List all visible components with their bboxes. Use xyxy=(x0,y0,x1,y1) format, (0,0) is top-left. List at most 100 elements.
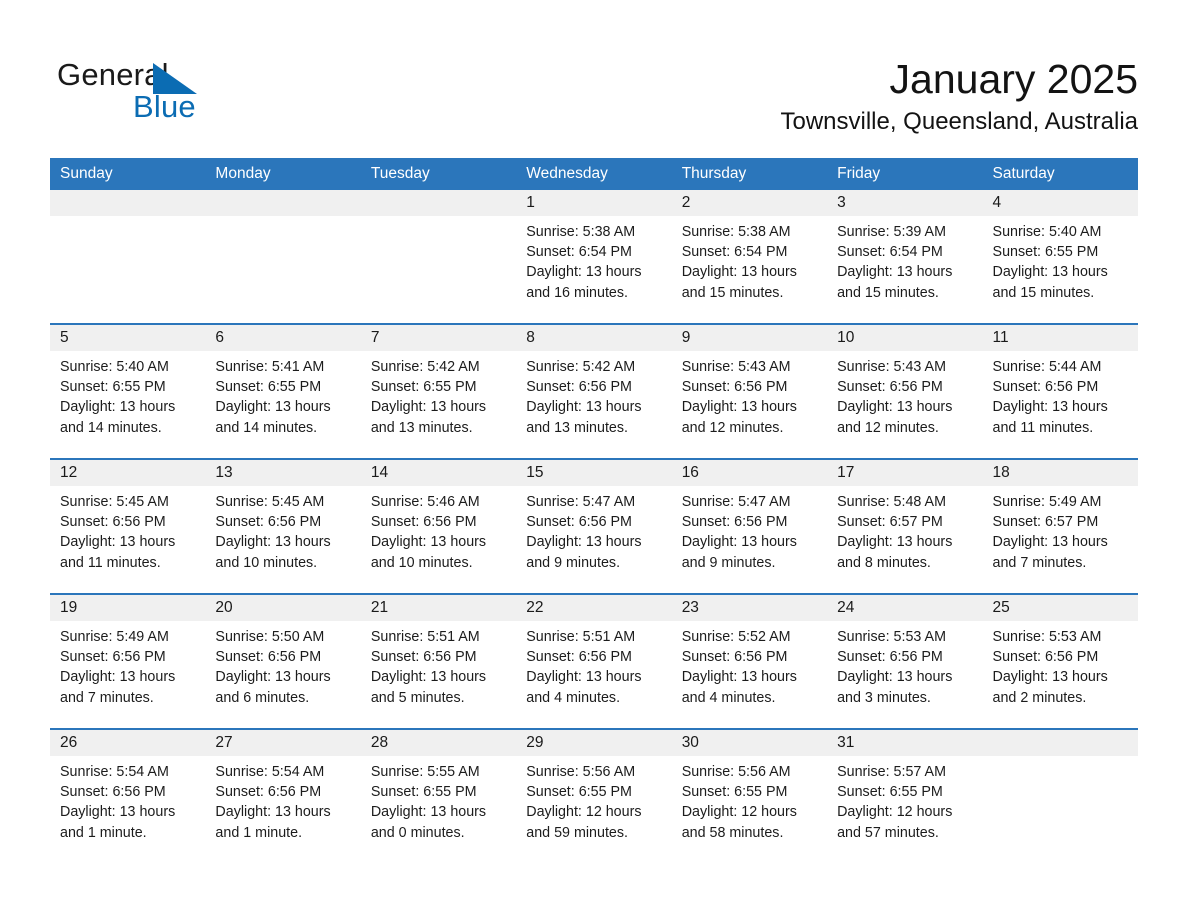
detail-daylight-2-text: and 11 minutes. xyxy=(992,419,1094,436)
calendar-week-row: 1 Sunrise: 5:38 AM Sunset: 6:54 PM Daylight… xyxy=(50,190,1138,324)
calendar-day-cell[interactable]: 26 Sunrise: 5:54 AM Sunset: 6:56 PM Dayligh… xyxy=(50,728,206,863)
detail-daylight-2-text: and 9 minutes. xyxy=(681,554,776,571)
detail-sunrise-text: Sunrise: 5:42 AM xyxy=(526,359,636,375)
calendar-day-cell[interactable]: 6 Sunrise: 5:41 AM Sunset: 6:55 PM Daylight… xyxy=(205,323,361,459)
day-number: 27 xyxy=(205,730,361,756)
calendar-day-cell[interactable]: 15 Sunrise: 5:47 AM Sunset: 6:56 PM Dayligh… xyxy=(516,458,672,594)
general-blue-logo[interactable]: General Blue xyxy=(57,55,257,133)
detail-daylight-2-text: and 7 minutes. xyxy=(60,689,154,706)
day-details: Sunrise: 5:53 AM Sunset: 6:56 PM Daylight:… xyxy=(983,621,1138,708)
calendar-day-cell[interactable]: 1 Sunrise: 5:38 AM Sunset: 6:54 PM Daylight… xyxy=(516,190,672,324)
detail-sunrise-text: Sunrise: 5:48 AM xyxy=(837,494,946,510)
calendar-day-cell[interactable]: 30 Sunrise: 5:56 AM Sunset: 6:55 PM Dayligh… xyxy=(671,728,828,863)
detail-sunrise-text: Sunrise: 5:54 AM xyxy=(60,764,169,780)
detail-daylight-2-text: and 1 minute. xyxy=(215,824,303,841)
calendar-day-cell[interactable]: 16 Sunrise: 5:47 AM Sunset: 6:56 PM Dayligh… xyxy=(671,458,828,594)
calendar-day-cell[interactable]: 28 Sunrise: 5:55 AM Sunset: 6:55 PM Dayligh… xyxy=(360,728,517,863)
day-details: Sunrise: 5:40 AM Sunset: 6:55 PM Daylight:… xyxy=(983,216,1138,303)
day-details: Sunrise: 5:52 AM Sunset: 6:56 PM Daylight:… xyxy=(672,621,827,708)
calendar-week-row: 12 Sunrise: 5:45 AM Sunset: 6:56 PM Dayligh… xyxy=(50,458,1138,594)
day-number: 20 xyxy=(205,595,361,621)
day-details: Sunrise: 5:45 AM Sunset: 6:56 PM Daylight:… xyxy=(205,486,360,573)
detail-daylight-2-text: and 13 minutes. xyxy=(526,419,628,436)
day-details: Sunrise: 5:54 AM Sunset: 6:56 PM Daylight:… xyxy=(205,756,360,843)
detail-sunrise-text: Sunrise: 5:53 AM xyxy=(837,629,946,645)
calendar-header-row: Sunday Monday Tuesday Wednesday Thursday… xyxy=(50,158,1138,190)
calendar-day-cell[interactable]: 19 Sunrise: 5:49 AM Sunset: 6:56 PM Dayligh… xyxy=(50,593,206,729)
day-number: 25 xyxy=(982,595,1138,621)
calendar-day-cell[interactable]: 4 Sunrise: 5:40 AM Sunset: 6:55 PM Daylight… xyxy=(982,190,1138,324)
detail-daylight-2-text: and 15 minutes. xyxy=(992,284,1095,301)
detail-sunset-text: Sunset: 6:56 PM xyxy=(215,649,322,666)
calendar-day-cell-empty xyxy=(205,190,361,324)
page-header: General Blue January 2025 Townsville, Qu… xyxy=(50,44,1138,148)
day-number xyxy=(205,190,361,216)
day-number: 3 xyxy=(827,190,983,216)
detail-sunrise-text: Sunrise: 5:39 AM xyxy=(837,224,946,240)
detail-daylight-2-text: and 5 minutes. xyxy=(370,689,465,706)
day-details: Sunrise: 5:38 AM Sunset: 6:54 PM Daylight:… xyxy=(516,216,671,303)
day-number: 22 xyxy=(516,595,672,621)
detail-sunset-text: Sunset: 6:54 PM xyxy=(526,244,632,261)
calendar-day-cell[interactable]: 5 Sunrise: 5:40 AM Sunset: 6:55 PM Daylight… xyxy=(50,323,206,459)
calendar-day-cell[interactable]: 14 Sunrise: 5:46 AM Sunset: 6:56 PM Dayligh… xyxy=(360,458,517,594)
detail-daylight-1-text: Daylight: 13 hours xyxy=(370,804,487,821)
calendar-day-cell[interactable]: 3 Sunrise: 5:39 AM Sunset: 6:54 PM Daylight… xyxy=(827,190,983,324)
detail-daylight-1-text: Daylight: 12 hours xyxy=(837,804,953,821)
calendar-day-cell[interactable]: 17 Sunrise: 5:48 AM Sunset: 6:57 PM Dayligh… xyxy=(827,458,983,594)
detail-sunset-text: Sunset: 6:57 PM xyxy=(992,514,1099,531)
day-number: 2 xyxy=(671,190,828,216)
day-number: 1 xyxy=(516,190,672,216)
detail-sunrise-text: Sunrise: 5:40 AM xyxy=(60,359,169,375)
calendar-day-cell[interactable]: 29 Sunrise: 5:56 AM Sunset: 6:55 PM Dayligh… xyxy=(516,728,672,863)
day-details: Sunrise: 5:42 AM Sunset: 6:55 PM Daylight:… xyxy=(361,351,516,438)
calendar-day-cell[interactable]: 9 Sunrise: 5:43 AM Sunset: 6:56 PM Daylight… xyxy=(671,323,828,459)
detail-sunset-text: Sunset: 6:56 PM xyxy=(992,649,1099,666)
day-number: 16 xyxy=(671,460,828,486)
detail-daylight-2-text: and 4 minutes. xyxy=(526,689,621,706)
calendar-day-cell[interactable]: 24 Sunrise: 5:53 AM Sunset: 6:56 PM Dayligh… xyxy=(827,593,983,729)
calendar-day-cell[interactable]: 8 Sunrise: 5:42 AM Sunset: 6:56 PM Daylight… xyxy=(516,323,672,459)
detail-sunset-text: Sunset: 6:56 PM xyxy=(60,784,166,801)
detail-daylight-2-text: and 57 minutes. xyxy=(837,824,939,841)
detail-sunrise-text: Sunrise: 5:42 AM xyxy=(370,359,480,375)
detail-daylight-1-text: Daylight: 13 hours xyxy=(992,264,1108,281)
calendar-day-cell[interactable]: 11 Sunrise: 5:44 AM Sunset: 6:56 PM Dayligh… xyxy=(982,323,1138,459)
calendar-day-cell[interactable]: 22 Sunrise: 5:51 AM Sunset: 6:56 PM Dayligh… xyxy=(516,593,672,729)
calendar-day-cell[interactable]: 7 Sunrise: 5:42 AM Sunset: 6:55 PM Daylight… xyxy=(360,323,517,459)
calendar-day-cell[interactable]: 31 Sunrise: 5:57 AM Sunset: 6:55 PM Dayligh… xyxy=(827,728,983,863)
day-number: 30 xyxy=(671,730,828,756)
weekday-header-wednesday: Wednesday xyxy=(516,158,672,190)
day-details: Sunrise: 5:40 AM Sunset: 6:55 PM Daylight:… xyxy=(50,351,205,438)
day-number: 31 xyxy=(827,730,983,756)
day-details: Sunrise: 5:51 AM Sunset: 6:56 PM Daylight:… xyxy=(516,621,671,708)
calendar-day-cell[interactable]: 20 Sunrise: 5:50 AM Sunset: 6:56 PM Dayligh… xyxy=(205,593,361,729)
day-details: Sunrise: 5:42 AM Sunset: 6:56 PM Daylight:… xyxy=(516,351,671,438)
day-number: 5 xyxy=(50,325,206,351)
page-title: January 2025 xyxy=(889,56,1138,102)
detail-sunrise-text: Sunrise: 5:52 AM xyxy=(681,629,791,645)
calendar-day-cell[interactable]: 27 Sunrise: 5:54 AM Sunset: 6:56 PM Dayligh… xyxy=(205,728,361,863)
detail-daylight-2-text: and 10 minutes. xyxy=(370,554,473,571)
detail-sunrise-text: Sunrise: 5:56 AM xyxy=(526,764,636,780)
detail-daylight-1-text: Daylight: 13 hours xyxy=(370,669,487,686)
day-number: 23 xyxy=(671,595,828,621)
calendar-day-cell[interactable]: 25 Sunrise: 5:53 AM Sunset: 6:56 PM Dayligh… xyxy=(982,593,1138,729)
day-number: 8 xyxy=(516,325,672,351)
calendar-day-cell[interactable]: 21 Sunrise: 5:51 AM Sunset: 6:56 PM Dayligh… xyxy=(360,593,517,729)
calendar-day-cell[interactable]: 10 Sunrise: 5:43 AM Sunset: 6:56 PM Dayligh… xyxy=(827,323,983,459)
calendar-day-cell[interactable]: 2 Sunrise: 5:38 AM Sunset: 6:54 PM Daylight… xyxy=(671,190,828,324)
calendar-day-cell[interactable]: 18 Sunrise: 5:49 AM Sunset: 6:57 PM Dayligh… xyxy=(982,458,1138,594)
detail-daylight-2-text: and 2 minutes. xyxy=(992,689,1087,706)
day-details: Sunrise: 5:51 AM Sunset: 6:56 PM Daylight:… xyxy=(361,621,516,708)
calendar-day-cell[interactable]: 12 Sunrise: 5:45 AM Sunset: 6:56 PM Dayligh… xyxy=(50,458,206,594)
detail-daylight-2-text: and 6 minutes. xyxy=(215,689,310,706)
day-number: 15 xyxy=(516,460,672,486)
detail-sunset-text: Sunset: 6:56 PM xyxy=(837,649,943,666)
detail-daylight-2-text: and 14 minutes. xyxy=(215,419,318,436)
calendar-day-cell[interactable]: 13 Sunrise: 5:45 AM Sunset: 6:56 PM Dayligh… xyxy=(205,458,361,594)
day-details: Sunrise: 5:47 AM Sunset: 6:56 PM Daylight:… xyxy=(516,486,671,573)
calendar-day-cell[interactable]: 23 Sunrise: 5:52 AM Sunset: 6:56 PM Dayligh… xyxy=(671,593,828,729)
day-details: Sunrise: 5:45 AM Sunset: 6:56 PM Daylight:… xyxy=(50,486,205,573)
day-details: Sunrise: 5:47 AM Sunset: 6:56 PM Daylight:… xyxy=(672,486,827,573)
